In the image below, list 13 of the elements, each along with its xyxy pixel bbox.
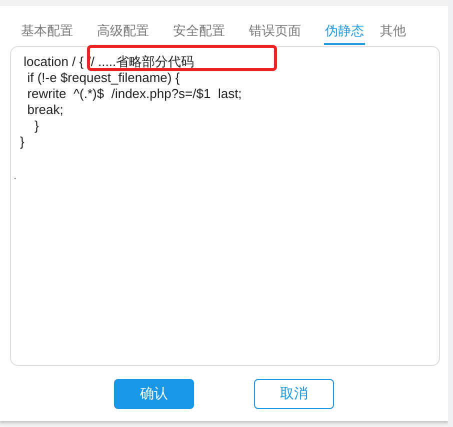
tab[interactable]: 基本配置 [20, 18, 74, 45]
code-line: } [20, 134, 24, 150]
code-line: rewrite ^(.*)$ /index.php?s=/$1 last; [26, 86, 242, 102]
tab[interactable]: 错误页面 [248, 18, 302, 45]
tab[interactable]: 其他 [379, 18, 407, 45]
tab[interactable]: 高级配置 [96, 18, 150, 45]
code-line: break; [26, 102, 64, 118]
confirm-button[interactable]: 确认 [114, 379, 194, 409]
code-line: } [33, 118, 39, 134]
code-line: . [14, 173, 16, 181]
code-line: if (!-e $request_filename) { [26, 70, 180, 86]
tab[interactable]: 安全配置 [172, 18, 226, 45]
cancel-button[interactable]: 取消 [254, 379, 334, 409]
